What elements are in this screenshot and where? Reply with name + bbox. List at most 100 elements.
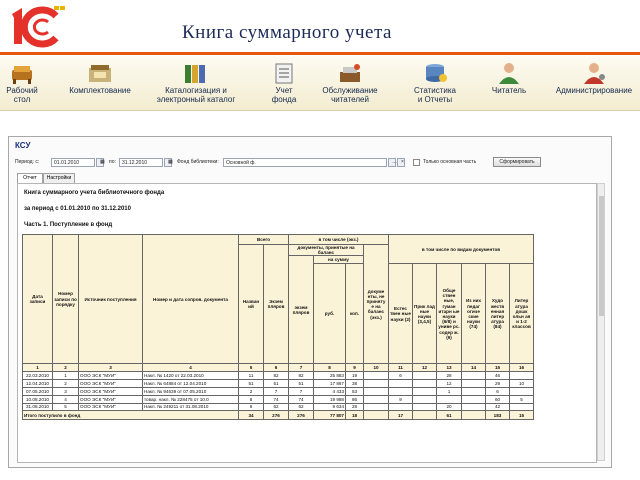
fund-field[interactable]: Основной ф. bbox=[223, 158, 387, 167]
cell-kop: 86 bbox=[345, 394, 364, 404]
toolbar-desktop[interactable]: Рабочий стол bbox=[2, 56, 42, 110]
table-row[interactable]: 10.08.2010 4 ООО ЭСК "МУИ" товар. накл. … bbox=[22, 394, 534, 404]
total-school: 15 bbox=[509, 410, 534, 421]
col-school-header: Литер атура дошк ольн ая и 1-2 классов bbox=[509, 263, 534, 365]
column-number: 6 bbox=[263, 363, 289, 373]
close-icon: × bbox=[401, 159, 404, 165]
col-applied-header: Прик лад ные науки (3,4,5) bbox=[412, 263, 437, 365]
cell-fiction: 42 bbox=[485, 402, 510, 412]
cell-pedagogy bbox=[461, 394, 486, 404]
cell-acc-copies: 7 bbox=[288, 387, 314, 396]
report-title: Книга суммарного учета библиотечного фон… bbox=[24, 190, 165, 196]
fund-accounting-icon bbox=[271, 62, 297, 84]
toolbar-admin[interactable]: Администрирование bbox=[552, 56, 636, 110]
cell-school: 10 bbox=[509, 379, 534, 388]
col-titles-header: Назван ий bbox=[238, 243, 264, 365]
cell-copies: 7 bbox=[263, 387, 289, 396]
column-number: 13 bbox=[436, 363, 462, 373]
table-row[interactable]: 22.03.2010 1 ООО ЭСК "МУИ" Накл. № 1420 … bbox=[22, 371, 534, 381]
table-row[interactable]: 31.08.2010 5 ООО ЭСК "МУИ" Накл. № 24921… bbox=[22, 402, 534, 412]
calendar-icon: ▦ bbox=[100, 159, 105, 165]
toolbar-statistics-label1: Статистика bbox=[413, 86, 456, 95]
toolbar-reader-service-label2: читателей bbox=[331, 95, 369, 104]
total-social: 61 bbox=[436, 410, 462, 421]
table-row[interactable]: 12.04.2010 2 ООО ЭСК "МУИ" Накл. № 64884… bbox=[22, 379, 534, 388]
column-number: 2 bbox=[52, 363, 79, 373]
report-period: за период с 01.01.2010 по 31.12.2010 bbox=[24, 206, 131, 212]
cell-acc-copies: 51 bbox=[288, 379, 314, 388]
col-fiction-header: Худо жеств енная литер атура (84) bbox=[485, 263, 510, 365]
toolbar-reader[interactable]: Читатель bbox=[484, 56, 534, 110]
toolbar-catalog[interactable]: Каталогизация и электронный каталог bbox=[148, 56, 244, 110]
cell-rub: 17 867 bbox=[313, 379, 346, 388]
column-number: 9 bbox=[345, 363, 364, 373]
toolbar-fund-label2: фонда bbox=[271, 95, 297, 104]
cell-titles: 8 bbox=[238, 394, 264, 404]
cell-social: 28 bbox=[436, 371, 462, 381]
toolbar-catalog-label1: Каталогизация и bbox=[165, 86, 227, 95]
catalog-icon bbox=[183, 62, 209, 84]
col-kop-header: коп. bbox=[345, 263, 364, 365]
toolbar-reader-service-label1: Обслуживание bbox=[322, 86, 378, 95]
cell-source: ООО ЭСК "МУИ" bbox=[78, 371, 143, 381]
date-from-field[interactable]: 01.01.2010 bbox=[51, 158, 95, 167]
toolbar-desktop-label1: Рабочий bbox=[6, 86, 38, 95]
statistics-icon bbox=[422, 62, 448, 84]
cell-date: 12.04.2010 bbox=[22, 379, 53, 388]
cell-acc-copies: 82 bbox=[288, 371, 314, 381]
column-number: 11 bbox=[388, 363, 413, 373]
generate-button[interactable]: Сформировать bbox=[493, 157, 541, 167]
vertical-scrollbar[interactable] bbox=[597, 183, 605, 461]
only-main-checkbox[interactable] bbox=[413, 159, 420, 166]
calendar-icon: ▦ bbox=[168, 159, 173, 165]
cell-not-accepted bbox=[363, 387, 389, 396]
header-divider bbox=[0, 52, 640, 55]
total-copies: 276 bbox=[263, 410, 289, 421]
fund-select-button[interactable]: … bbox=[388, 158, 397, 167]
column-number: 5 bbox=[238, 363, 264, 373]
report-table: Дата записи Номер записи по порядку Исто… bbox=[22, 233, 534, 421]
toolbar-reader-service[interactable]: Обслуживание читателей bbox=[314, 56, 386, 110]
cell-doc: Накл. № 64884 от 12.04.2010 bbox=[142, 379, 239, 388]
col-rub-header: руб. bbox=[313, 263, 346, 365]
reader-service-icon bbox=[337, 62, 363, 84]
date-from-picker[interactable]: ▦ bbox=[96, 158, 105, 167]
scrollbar-thumb[interactable] bbox=[599, 196, 604, 316]
toolbar-acquisition[interactable]: Комплектование bbox=[64, 56, 136, 110]
total-titles: 34 bbox=[238, 410, 264, 421]
cell-not-accepted bbox=[363, 394, 389, 404]
table-row[interactable]: 07.05.2010 3 ООО ЭСК "МУИ" Накл. № 94639… bbox=[22, 387, 534, 396]
col-social-header: Обще ствен ные, гуман итарн ые науки (6/… bbox=[436, 263, 462, 365]
toolbar-fund-label1: Учет bbox=[275, 86, 293, 95]
fund-clear-button[interactable]: × bbox=[397, 158, 405, 167]
date-to-field[interactable]: 31.12.2010 bbox=[119, 158, 163, 167]
cell-school bbox=[509, 402, 534, 412]
date-to-picker[interactable]: ▦ bbox=[164, 158, 173, 167]
cell-social: 1 bbox=[436, 387, 462, 396]
cell-titles: 2 bbox=[238, 387, 264, 396]
cell-date: 10.08.2010 bbox=[22, 394, 53, 404]
cell-pedagogy bbox=[461, 402, 486, 412]
cell-number: 4 bbox=[52, 394, 79, 404]
cell-pedagogy bbox=[461, 379, 486, 388]
total-not-accepted bbox=[363, 410, 389, 421]
toolbar-fund-accounting[interactable]: Учет фонда bbox=[262, 56, 306, 110]
cell-school bbox=[509, 387, 534, 396]
cell-not-accepted bbox=[363, 371, 389, 381]
admin-icon bbox=[581, 62, 607, 84]
total-fiction: 183 bbox=[485, 410, 510, 421]
report-part: Часть 1. Поступление в фонд bbox=[24, 222, 113, 228]
tab-settings[interactable]: Настройки bbox=[43, 173, 75, 183]
cell-pedagogy bbox=[461, 387, 486, 396]
tab-report[interactable]: Отчет bbox=[17, 173, 43, 183]
col-copies-header: Экзем пляров bbox=[263, 243, 289, 365]
cell-not-accepted bbox=[363, 402, 389, 412]
cell-doc: товар. накл. № 228475 от 10.0 bbox=[142, 394, 239, 404]
total-pedagogy bbox=[461, 410, 486, 421]
cell-doc: Накл. № 94639 от 07.05.2010 bbox=[142, 387, 239, 396]
column-number: 1 bbox=[22, 363, 53, 373]
toolbar-statistics[interactable]: Статистика и Отчеты bbox=[404, 56, 466, 110]
toolbar-statistics-label2: и Отчеты bbox=[417, 95, 453, 104]
cell-fiction: 29 bbox=[485, 379, 510, 388]
cell-titles: 6 bbox=[238, 402, 264, 412]
